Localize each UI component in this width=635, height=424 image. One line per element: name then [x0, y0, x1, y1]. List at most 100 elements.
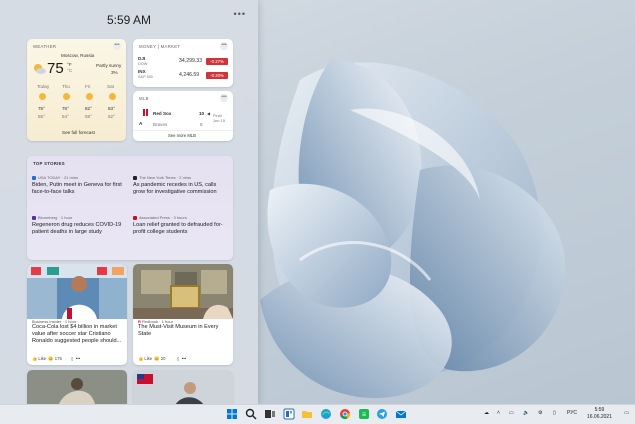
day-low: 59°	[85, 114, 92, 119]
team1-name: Red Sox	[153, 111, 172, 116]
more-options-icon[interactable]: •••	[234, 9, 246, 19]
like-icon[interactable]: 👍	[32, 356, 37, 361]
story-title[interactable]: Biden, Putin meet in Geneva for first fa…	[32, 182, 127, 196]
stock-value: 34,299.33	[179, 58, 203, 64]
search-icon[interactable]	[245, 408, 257, 420]
cloud-icon[interactable]: ☁	[484, 410, 489, 416]
day-name: Thu	[62, 84, 70, 89]
news-card[interactable]: R Redbook · 1 hour The Must-Visit Museum…	[133, 264, 233, 365]
stock-change-badge: -0.20%	[206, 72, 228, 79]
clock-time: 5:59	[594, 407, 605, 413]
finance-widget[interactable]: MONEY | MARKET ••• DJI DOW 34,299.33 -0.…	[133, 39, 233, 87]
story-source: Bloomberg · 1 hour	[32, 215, 72, 220]
widgets-time: 5:59 AM	[106, 13, 152, 27]
news-card-partial[interactable]	[133, 370, 233, 404]
finance-more-icon[interactable]: •••	[220, 42, 228, 50]
weather-more-icon[interactable]: •••	[113, 42, 121, 50]
story-title[interactable]: As pandemic recedes in US, calls grow fo…	[133, 182, 229, 196]
sun-icon	[63, 93, 70, 100]
bookmark-icon[interactable]: ▯	[177, 356, 179, 361]
red-sox-logo-icon	[143, 109, 148, 116]
reaction-count: 175	[54, 356, 62, 361]
more-icon[interactable]: •••	[182, 356, 186, 361]
notifications-icon[interactable]: ▭	[624, 410, 629, 416]
mlb-widget[interactable]: MLB ••• Red Sox 10 ◀ Final Jun 15 A Brav…	[133, 91, 233, 141]
news-title[interactable]: Coca-Cola lost $4 billion in market valu…	[32, 324, 124, 345]
reactions-icon: 😊	[48, 356, 54, 361]
finance-header: MONEY | MARKET	[139, 44, 181, 49]
reactions-icon: 😊	[154, 356, 160, 361]
mlb-header: MLB	[139, 96, 149, 101]
day-low: 62°	[108, 114, 115, 119]
more-icon[interactable]: •••	[76, 356, 80, 361]
sun-icon	[109, 93, 116, 100]
weather-temp: 75	[47, 60, 64, 77]
taskbar-clock[interactable]: 5:59 16.06.2021	[587, 407, 612, 421]
news-footer: 👍 Like 😊 20 ▯ •••	[138, 356, 186, 362]
stock-name: DOW	[138, 62, 148, 66]
chevron-up-icon[interactable]: ˄	[497, 410, 500, 416]
top-stories-header: TOP STORIES	[33, 161, 65, 166]
day-high: 82°	[85, 106, 92, 111]
weather-condition: Partly sunny	[96, 63, 122, 68]
news-title[interactable]: The Must-Visit Museum in Every State	[138, 324, 230, 338]
clock-date: 16.06.2021	[586, 414, 612, 420]
day-high: 76°	[62, 106, 69, 111]
reaction-count: 20	[160, 356, 166, 361]
partly-sunny-icon	[34, 64, 46, 74]
edge-icon[interactable]	[320, 408, 332, 420]
settings-icon[interactable]: ⚙	[538, 410, 542, 416]
news-image	[133, 370, 233, 404]
sun-icon	[86, 93, 93, 100]
source-logo-icon	[133, 215, 137, 220]
news-card-partial[interactable]	[27, 370, 127, 404]
language-indicator[interactable]: РУС	[567, 410, 577, 416]
source-logo-icon	[32, 175, 36, 180]
telegram-icon[interactable]	[376, 408, 388, 420]
unit-c[interactable]: °C	[67, 68, 72, 73]
start-icon[interactable]	[226, 408, 238, 420]
news-image	[27, 264, 127, 319]
task-view-icon[interactable]	[264, 408, 276, 420]
news-footer: 👍 Like 😊 175 ▯ •••	[32, 356, 80, 362]
stock-symbol: DJI	[138, 56, 146, 61]
day-name: Today	[37, 84, 50, 89]
network-icon[interactable]: ▭	[509, 410, 514, 416]
volume-icon[interactable]: 🔈	[523, 410, 529, 416]
stock-change-badge: -0.27%	[206, 58, 228, 65]
weather-location: Moscow, Russia	[61, 53, 95, 58]
story-title[interactable]: Loan relief granted to defrauded for-pro…	[133, 222, 229, 236]
weather-precip: 3%	[111, 70, 118, 75]
day-high: 75°	[38, 106, 45, 111]
news-card[interactable]: Business Insider · 1 hour Coca-Cola lost…	[27, 264, 127, 365]
taskbar: ≡ ☁ ˄ ▭ 🔈 ⚙ ▯ РУС 5:59 16.06.2021 ▭	[0, 404, 635, 424]
widgets-icon[interactable]	[283, 408, 295, 420]
file-explorer-icon[interactable]	[301, 408, 313, 420]
mail-icon[interactable]	[395, 408, 407, 420]
bookmark-icon[interactable]: ▯	[71, 356, 73, 361]
like-label[interactable]: Like	[38, 356, 46, 361]
mlb-more-icon[interactable]: •••	[220, 94, 228, 102]
app-icon[interactable]: ≡	[358, 408, 370, 420]
see-more-mlb-link[interactable]: See more MLB	[168, 133, 196, 138]
unit-f[interactable]: °F	[67, 62, 72, 67]
battery-icon[interactable]: ▯	[553, 410, 556, 416]
sun-icon	[39, 93, 46, 100]
team2-score: 8	[200, 122, 203, 127]
weather-widget[interactable]: WEATHER ••• Moscow, Russia 75 °F °C Part…	[27, 39, 126, 141]
story-source: Associated Press · 3 hours	[133, 215, 187, 220]
story-source: USA TODAY · 21 mins	[32, 175, 78, 180]
like-icon[interactable]: 👍	[138, 356, 143, 361]
svg-text:≡: ≡	[362, 412, 366, 419]
see-full-forecast-link[interactable]: See full forecast	[62, 130, 95, 135]
like-label[interactable]: Like	[144, 356, 152, 361]
game-date: Jun 15	[213, 118, 226, 123]
team1-score: 10	[199, 111, 205, 116]
day-low: 55°	[38, 114, 45, 119]
source-logo-icon	[32, 215, 36, 220]
story-source: The New York Times · 2 mins	[133, 175, 191, 180]
day-name: Fri	[85, 84, 91, 89]
stock-value: 4,246.59	[179, 72, 200, 78]
story-title[interactable]: Regeneron drug reduces COVID-19 patient …	[32, 222, 127, 236]
chrome-icon[interactable]	[339, 408, 351, 420]
